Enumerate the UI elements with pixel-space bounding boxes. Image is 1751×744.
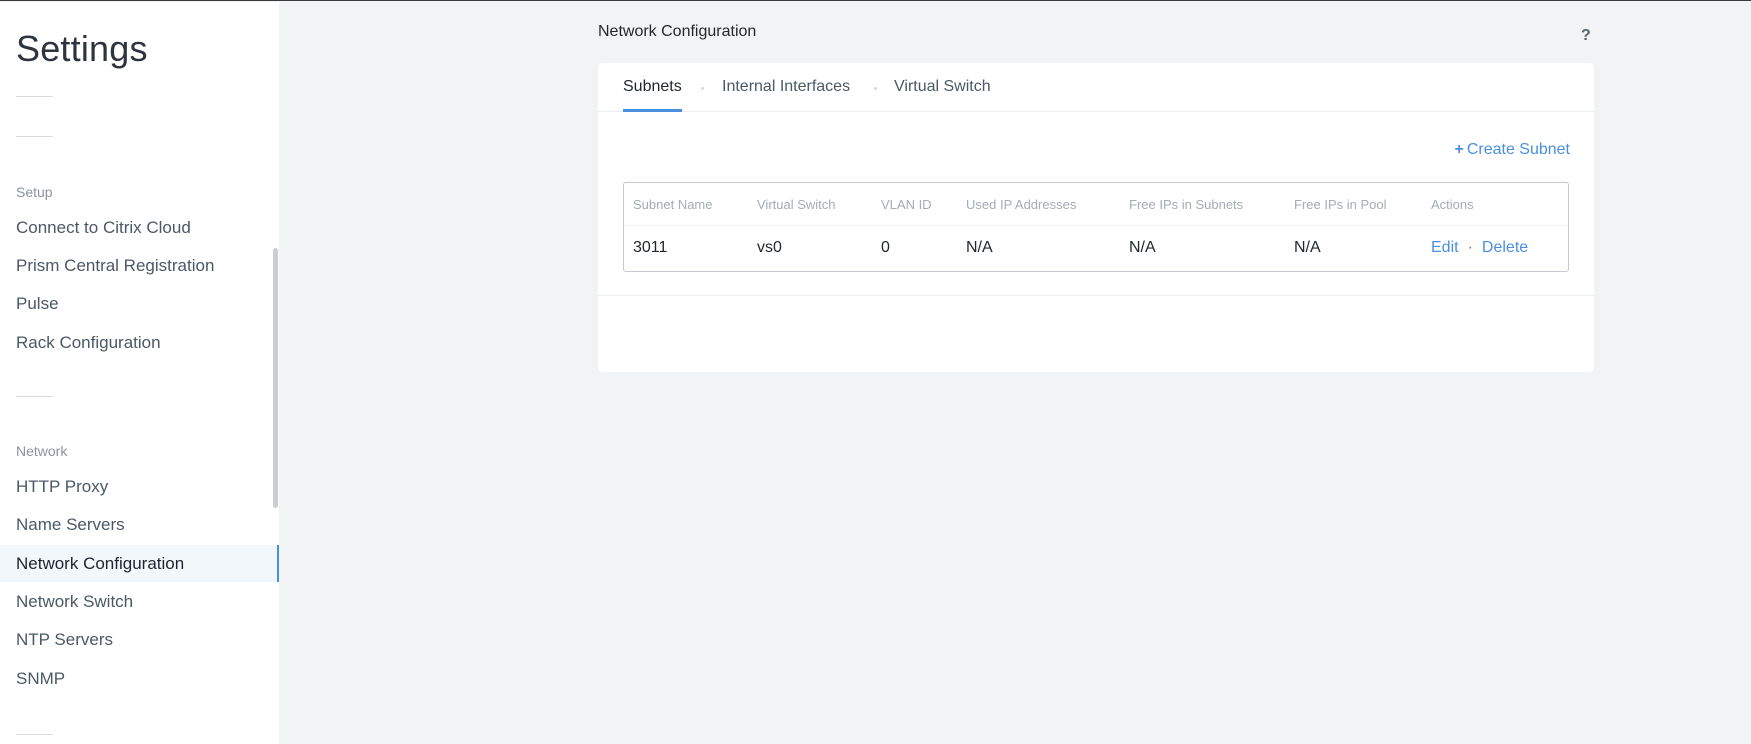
sidebar-divider: [16, 96, 53, 97]
sidebar-item-connect-to-citrix-cloud[interactable]: Connect to Citrix Cloud: [0, 209, 279, 246]
section-label-network: Network: [16, 443, 68, 459]
create-subnet-label: Create Subnet: [1466, 141, 1570, 158]
sidebar-item-name-servers[interactable]: Name Servers: [0, 506, 279, 543]
sidebar-divider: [16, 136, 53, 137]
card-divider: [598, 295, 1594, 296]
tab-bar: Subnets Internal Interfaces Virtual Swit…: [598, 63, 1594, 112]
sidebar-item-prism-central-registration[interactable]: Prism Central Registration: [0, 247, 279, 284]
sidebar-divider: [16, 734, 53, 735]
column-header-free-ips-in-pool[interactable]: Free IPs in Pool: [1294, 197, 1387, 212]
create-subnet-button[interactable]: + Create Subnet: [1454, 141, 1570, 159]
sidebar-scrollbar[interactable]: [273, 248, 278, 508]
settings-sidebar: Settings Setup Connect to Citrix Cloud P…: [0, 2, 279, 744]
edit-link[interactable]: Edit: [1431, 239, 1459, 256]
sidebar-item-snmp[interactable]: SNMP: [0, 660, 279, 697]
cell-virtual-switch: vs0: [757, 239, 782, 256]
tab-internal-interfaces[interactable]: Internal Interfaces: [722, 78, 850, 112]
sidebar-item-network-configuration[interactable]: Network Configuration: [0, 545, 279, 582]
sidebar-item-rack-configuration[interactable]: Rack Configuration: [0, 324, 279, 361]
cell-subnet-name: 3011: [633, 239, 668, 256]
cell-free-ips-in-subnets: N/A: [1129, 239, 1156, 256]
column-header-subnet-name[interactable]: Subnet Name: [633, 197, 713, 212]
column-header-actions: Actions: [1431, 197, 1474, 212]
subnets-table: Subnet Name Virtual Switch VLAN ID Used …: [623, 182, 1569, 272]
plus-icon: +: [1454, 141, 1464, 158]
sidebar-divider: [16, 396, 53, 397]
tab-virtual-switch[interactable]: Virtual Switch: [894, 78, 991, 112]
sidebar-item-pulse[interactable]: Pulse: [0, 285, 279, 322]
sidebar-title: Settings: [16, 28, 148, 69]
help-icon[interactable]: ?: [1581, 27, 1591, 45]
sidebar-item-network-switch[interactable]: Network Switch: [0, 583, 279, 620]
section-label-setup: Setup: [16, 184, 53, 200]
table-header-divider: [624, 225, 1568, 226]
tab-separator: [874, 87, 877, 90]
cell-used-ip-addresses: N/A: [966, 239, 993, 256]
cell-free-ips-in-pool: N/A: [1294, 239, 1321, 256]
sidebar-item-http-proxy[interactable]: HTTP Proxy: [0, 468, 279, 505]
cell-actions: Edit · Delete: [1431, 239, 1528, 257]
column-header-virtual-switch[interactable]: Virtual Switch: [757, 197, 836, 212]
action-separator: ·: [1467, 239, 1473, 256]
tab-separator: [701, 87, 704, 90]
column-header-vlan-id[interactable]: VLAN ID: [881, 197, 932, 212]
tab-subnets[interactable]: Subnets: [623, 78, 682, 112]
page-title: Network Configuration: [598, 23, 757, 40]
network-configuration-card: Subnets Internal Interfaces Virtual Swit…: [598, 63, 1594, 372]
cell-vlan-id: 0: [881, 239, 890, 256]
column-header-used-ip-addresses[interactable]: Used IP Addresses: [966, 197, 1076, 212]
sidebar-item-ntp-servers[interactable]: NTP Servers: [0, 621, 279, 658]
delete-link[interactable]: Delete: [1482, 239, 1528, 256]
column-header-free-ips-in-subnets[interactable]: Free IPs in Subnets: [1129, 197, 1243, 212]
